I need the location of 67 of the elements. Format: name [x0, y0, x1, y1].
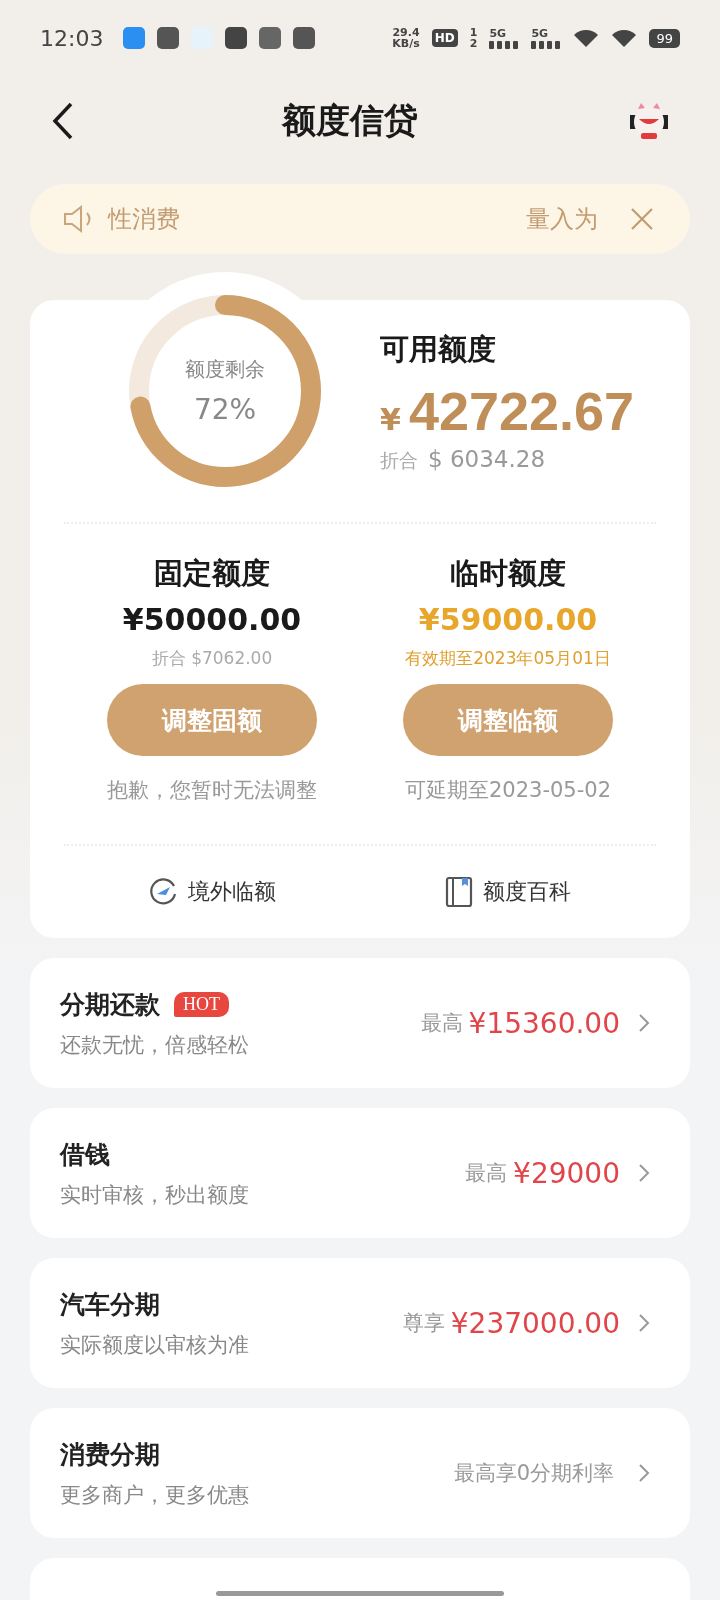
- product-amount: ¥29000: [513, 1156, 620, 1190]
- notice-text: 量入为: [526, 204, 598, 235]
- app-icon: [225, 27, 248, 49]
- product-amount: ¥237000.00: [450, 1306, 620, 1340]
- wifi-icon: [611, 28, 638, 48]
- product-title: 消费分期: [60, 1438, 160, 1471]
- amount-prefix: 最高: [465, 1160, 508, 1187]
- product-subtitle: 实时审核，秒出额度: [60, 1181, 250, 1209]
- speed-unit: KB/s: [392, 38, 420, 49]
- limit-title: 临时额度: [450, 555, 566, 592]
- network-speed: 29.4: [392, 27, 420, 38]
- product-title: 分期还款: [60, 988, 160, 1021]
- back-icon[interactable]: [52, 102, 74, 140]
- amount-prefix: 最高: [420, 1010, 463, 1037]
- card-link[interactable]: 额度百科: [360, 876, 656, 908]
- product-subtitle: 实际额度以审核为准: [60, 1331, 250, 1359]
- notice-text: 性消费: [108, 204, 180, 235]
- ring-label: 额度剩余: [185, 356, 265, 383]
- ring-value: 72%: [193, 393, 257, 426]
- chevron-right-icon: [638, 1313, 650, 1333]
- product-card[interactable]: 汽车分期 实际额度以审核为准 尊享 ¥237000.00: [30, 1258, 690, 1388]
- signal-icon: [489, 38, 520, 49]
- available-label: 可用额度: [380, 331, 497, 368]
- battery-level: 99: [649, 28, 680, 48]
- hd-badge: HD: [431, 29, 458, 47]
- app-icon: [293, 27, 316, 49]
- hot-badge: HOT: [174, 991, 229, 1017]
- app-icon: [259, 27, 282, 49]
- limit-note: 折合 $7062.00: [151, 647, 273, 670]
- amount-prefix: 尊享: [402, 1310, 445, 1337]
- limit-note: 有效期至2023年05月01日: [405, 647, 611, 670]
- product-card[interactable]: 消费分期 更多商户，更多优惠 最高享0分期利率: [30, 1408, 690, 1538]
- close-icon[interactable]: [630, 207, 654, 231]
- chevron-right-icon: [638, 1013, 650, 1033]
- app-icon: [123, 27, 146, 49]
- limit-title: 固定额度: [154, 555, 270, 592]
- plane-icon: [148, 877, 178, 907]
- page-title: 额度信贷: [282, 99, 418, 142]
- wifi-icon: [573, 28, 600, 48]
- app-icon: [157, 27, 180, 49]
- available-amount: 42722.67: [408, 380, 635, 442]
- product-amount: ¥15360.00: [468, 1006, 620, 1040]
- status-time: 12:03: [40, 25, 104, 51]
- limit-hint: 可延期至2023-05-02: [404, 777, 611, 804]
- limit-hint: 抱歉，您暂时无法调整: [107, 777, 317, 804]
- sim-number: 2: [469, 38, 478, 49]
- sim-number: 1: [469, 27, 478, 38]
- currency-sign: ¥: [380, 402, 401, 437]
- limit-amount: ¥50000.00: [122, 602, 302, 637]
- product-title: 汽车分期: [60, 1288, 160, 1321]
- amount-prefix: 最高享0分期利率: [453, 1460, 614, 1487]
- limit-amount: ¥59000.00: [418, 602, 598, 637]
- card-link[interactable]: 境外临额: [64, 877, 360, 907]
- product-card[interactable]: 借钱 实时审核，秒出额度 最高 ¥29000: [30, 1108, 690, 1238]
- converted-label: 折合: [380, 448, 418, 473]
- chevron-right-icon: [638, 1163, 650, 1183]
- network-type: 5G: [531, 27, 549, 39]
- network-type: 5G: [489, 27, 507, 39]
- product-title: 借钱: [60, 1138, 110, 1171]
- converted-amount: $ 6034.28: [428, 446, 546, 472]
- product-subtitle: 还款无忧，倍感轻松: [60, 1031, 250, 1059]
- product-card[interactable]: [30, 1558, 690, 1600]
- chevron-right-icon: [638, 1463, 650, 1483]
- book-icon: [445, 876, 473, 908]
- product-subtitle: 更多商户，更多优惠: [60, 1481, 250, 1509]
- product-card[interactable]: 分期还款 HOT 还款无忧，倍感轻松 最高 ¥15360.00: [30, 958, 690, 1088]
- signal-icon: [531, 38, 562, 49]
